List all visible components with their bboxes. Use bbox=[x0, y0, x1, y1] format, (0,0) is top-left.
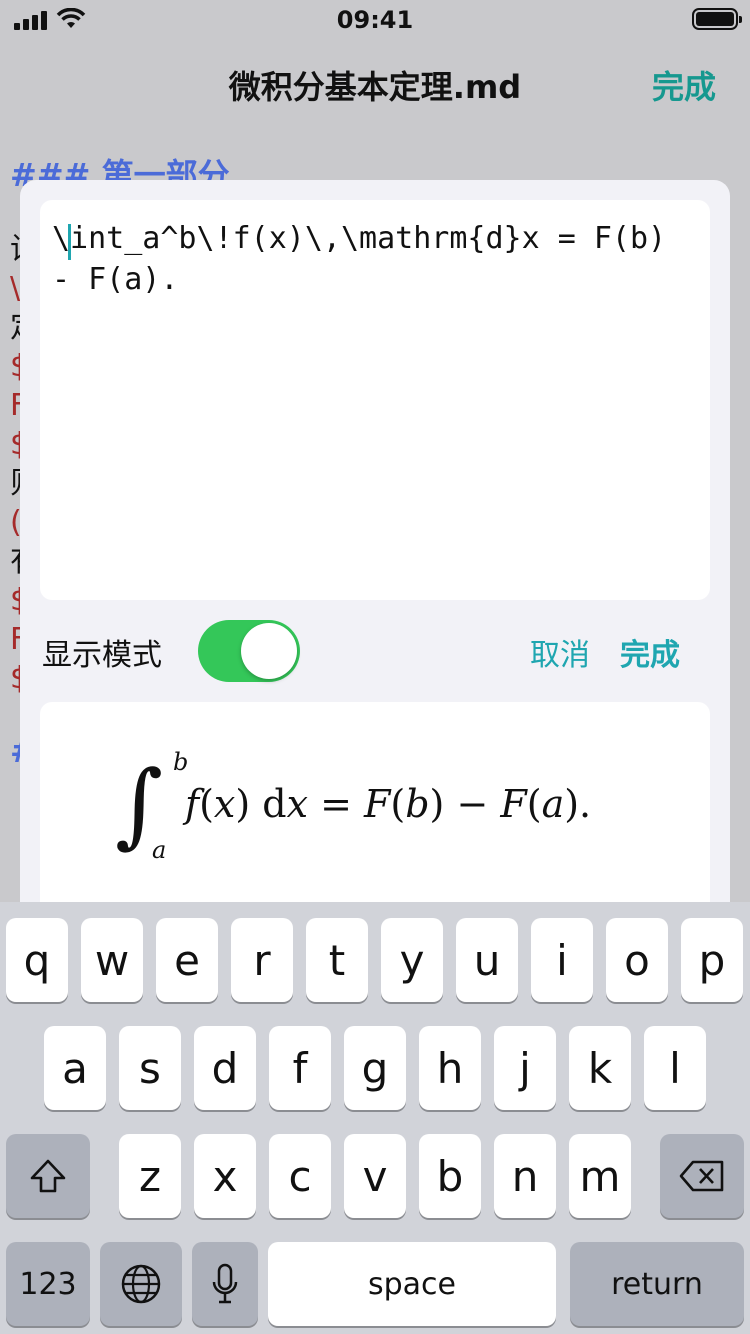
toggle-knob bbox=[241, 623, 297, 679]
key-a[interactable]: a bbox=[44, 1026, 106, 1110]
cancel-button[interactable]: 取消 bbox=[530, 630, 590, 674]
key-t[interactable]: t bbox=[306, 918, 368, 1002]
key-d[interactable]: d bbox=[194, 1026, 256, 1110]
text-caret bbox=[68, 224, 71, 260]
display-mode-label: 显示模式 bbox=[42, 638, 162, 673]
numbers-key[interactable]: 123 bbox=[6, 1242, 90, 1326]
keyboard: 123 space return qwertyuiop asdfghjkl zxcv… bbox=[0, 902, 750, 1334]
latex-input[interactable]: \int_a^b\!f(x)\,\mathrm{d}x = F(b) - F(a… bbox=[52, 218, 692, 300]
key-r[interactable]: r bbox=[231, 918, 293, 1002]
document-title: 微积分基本定理.md bbox=[228, 68, 522, 106]
key-m[interactable]: m bbox=[569, 1134, 631, 1218]
dictation-key[interactable] bbox=[192, 1242, 258, 1326]
key-c[interactable]: c bbox=[269, 1134, 331, 1218]
key-x[interactable]: x bbox=[194, 1134, 256, 1218]
display-mode-toggle[interactable] bbox=[198, 620, 300, 682]
delete-key[interactable] bbox=[660, 1134, 744, 1218]
key-j[interactable]: j bbox=[494, 1026, 556, 1110]
key-q[interactable]: q bbox=[6, 918, 68, 1002]
key-e[interactable]: e bbox=[156, 918, 218, 1002]
key-u[interactable]: u bbox=[456, 918, 518, 1002]
key-f[interactable]: f bbox=[269, 1026, 331, 1110]
key-s[interactable]: s bbox=[119, 1026, 181, 1110]
key-l[interactable]: l bbox=[644, 1026, 706, 1110]
globe-icon bbox=[121, 1264, 161, 1304]
nav-done-button[interactable]: 完成 bbox=[652, 62, 716, 108]
status-time: 09:41 bbox=[336, 6, 414, 34]
key-v[interactable]: v bbox=[344, 1134, 406, 1218]
key-y[interactable]: y bbox=[381, 918, 443, 1002]
done-button[interactable]: 完成 bbox=[620, 630, 680, 674]
rendered-formula: ∫ b a f(x) dx = F(b) − F(a). bbox=[115, 748, 635, 880]
key-k[interactable]: k bbox=[569, 1026, 631, 1110]
lower-bound: a bbox=[152, 836, 167, 864]
status-bar: 09:41 bbox=[0, 0, 750, 40]
backspace-icon bbox=[679, 1160, 724, 1192]
return-key[interactable]: return bbox=[570, 1242, 744, 1326]
latex-editor[interactable]: \int_a^b\!f(x)\,\mathrm{d}x = F(b) - F(a… bbox=[40, 200, 710, 600]
space-key[interactable]: space bbox=[268, 1242, 556, 1326]
key-z[interactable]: z bbox=[119, 1134, 181, 1218]
key-b[interactable]: b bbox=[419, 1134, 481, 1218]
key-h[interactable]: h bbox=[419, 1026, 481, 1110]
upper-bound: b bbox=[173, 748, 189, 776]
key-w[interactable]: w bbox=[81, 918, 143, 1002]
key-p[interactable]: p bbox=[681, 918, 743, 1002]
formula-body: f(x) dx = F(b) − F(a). bbox=[185, 782, 592, 826]
globe-key[interactable] bbox=[100, 1242, 182, 1326]
shift-key[interactable] bbox=[6, 1134, 90, 1218]
battery-icon bbox=[692, 8, 742, 30]
key-g[interactable]: g bbox=[344, 1026, 406, 1110]
key-i[interactable]: i bbox=[531, 918, 593, 1002]
key-o[interactable]: o bbox=[606, 918, 668, 1002]
key-n[interactable]: n bbox=[494, 1134, 556, 1218]
math-editor-sheet: \int_a^b\!f(x)\,\mathrm{d}x = F(b) - F(a… bbox=[20, 180, 730, 942]
shift-icon bbox=[30, 1159, 66, 1193]
microphone-icon bbox=[212, 1263, 238, 1304]
